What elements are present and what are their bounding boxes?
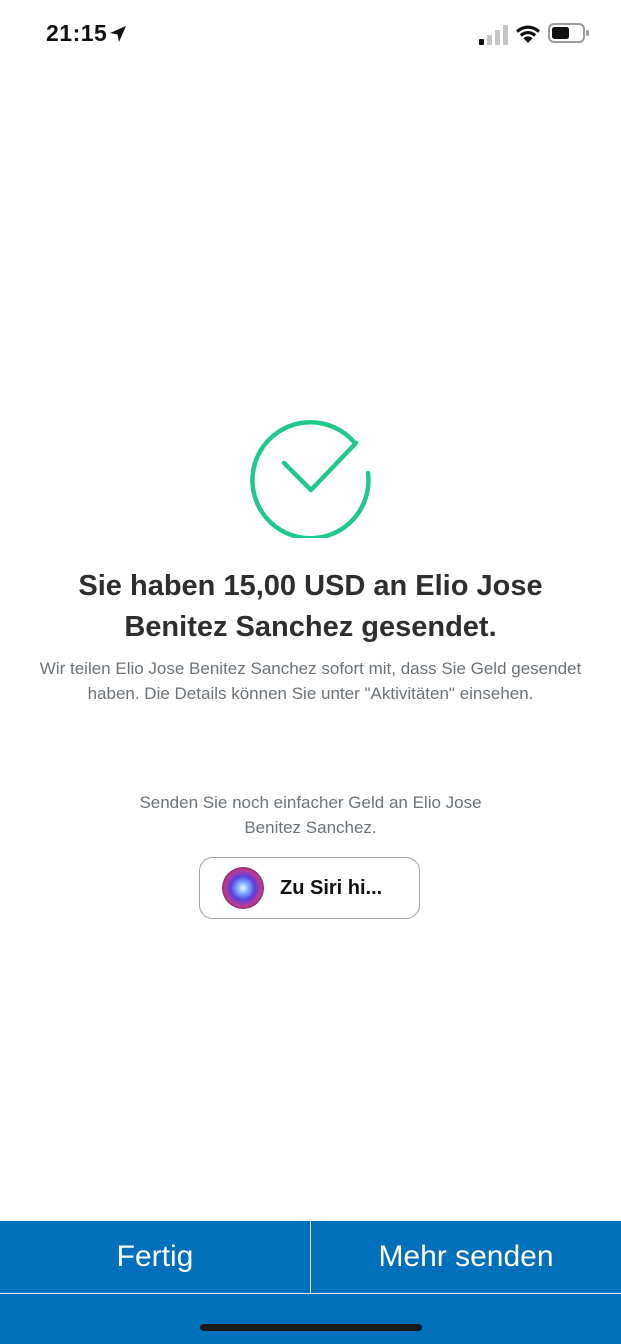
done-button[interactable]: Fertig [0,1221,310,1293]
bottom-action-bar: Fertig Mehr senden [0,1221,621,1344]
battery-icon [548,23,589,43]
bar-divider [0,1293,621,1294]
send-more-button-label: Mehr senden [378,1240,554,1273]
siri-icon [222,867,264,909]
status-bar: 21:15 [0,0,621,70]
payment-success-screen: 21:15 Sie haben 15,00 USD an Elio Jose B… [0,0,621,1344]
cellular-signal-icon [479,25,508,45]
send-more-button[interactable]: Mehr senden [311,1221,621,1293]
success-headline: Sie haben 15,00 USD an Elio Jose Benitez… [78,570,543,643]
home-indicator[interactable] [200,1324,422,1331]
success-message: Wir teilen Elio Jose Benitez Sanchez sof… [39,659,582,703]
location-arrow-icon [110,26,126,42]
add-to-siri-button[interactable]: Zu Siri hi... [199,857,420,919]
siri-prompt: Senden Sie noch einfacher Geld an Elio J… [139,793,482,837]
checkmark-circle-icon [250,419,371,538]
done-button-label: Fertig [116,1240,194,1273]
add-to-siri-label: Zu Siri hi... [280,876,383,899]
status-time: 21:15 [46,20,108,46]
wifi-icon [516,25,540,43]
